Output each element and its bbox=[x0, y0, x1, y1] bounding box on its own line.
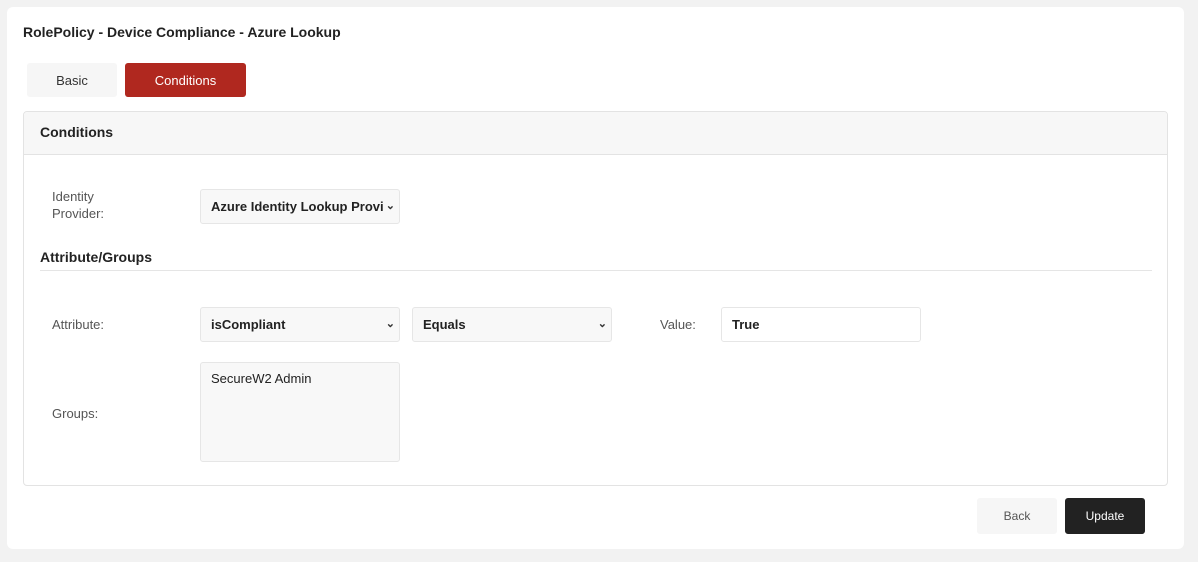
operator-value: Equals bbox=[423, 317, 466, 332]
identity-provider-select[interactable]: Azure Identity Lookup Provi ⌄ bbox=[200, 189, 400, 224]
chevron-down-icon: ⌄ bbox=[597, 318, 607, 330]
chevron-down-icon: ⌄ bbox=[385, 318, 395, 330]
identity-provider-value: Azure Identity Lookup Provi bbox=[211, 199, 384, 214]
update-button[interactable]: Update bbox=[1065, 498, 1145, 534]
group-option[interactable]: SecureW2 Admin bbox=[211, 371, 389, 386]
section-title: Attribute/Groups bbox=[40, 249, 152, 265]
tab-conditions[interactable]: Conditions bbox=[125, 63, 246, 97]
attribute-label: Attribute: bbox=[52, 317, 105, 332]
groups-listbox[interactable]: SecureW2 Admin bbox=[200, 362, 400, 462]
chevron-down-icon: ⌄ bbox=[385, 200, 395, 212]
value-input[interactable]: True bbox=[721, 307, 921, 342]
attribute-select[interactable]: isCompliant ⌄ bbox=[200, 307, 400, 342]
tab-basic[interactable]: Basic bbox=[27, 63, 117, 97]
attribute-value: isCompliant bbox=[211, 317, 286, 332]
value-label: Value: bbox=[660, 317, 696, 332]
conditions-panel bbox=[23, 111, 1168, 486]
back-button[interactable]: Back bbox=[977, 498, 1057, 534]
groups-label: Groups: bbox=[52, 406, 99, 421]
page-title: RolePolicy - Device Compliance - Azure L… bbox=[23, 24, 341, 40]
panel-title: Conditions bbox=[40, 124, 114, 140]
identity-provider-label: Identity Provider: bbox=[52, 189, 105, 221]
panel-header bbox=[24, 112, 1167, 155]
operator-select[interactable]: Equals ⌄ bbox=[412, 307, 612, 342]
divider bbox=[40, 270, 1152, 271]
